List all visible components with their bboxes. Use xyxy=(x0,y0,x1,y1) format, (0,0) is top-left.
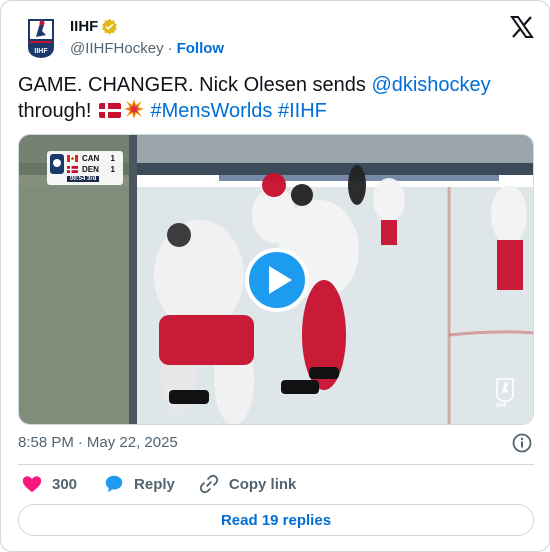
team2-code: DEN xyxy=(82,165,99,174)
hashtag-iihf[interactable]: #IIHF xyxy=(278,100,327,122)
team2-score: 1 xyxy=(110,165,115,174)
tweet-text-part1: GAME. CHANGER. Nick Olesen sends xyxy=(18,74,372,96)
divider xyxy=(18,464,534,465)
link-chain-icon xyxy=(199,474,218,494)
copy-link-label: Copy link xyxy=(228,475,297,493)
tweet-card: IIHF IIHF @IIHFHockey · Follow GAME. CHA… xyxy=(0,0,550,552)
flag-canada-icon xyxy=(67,155,78,162)
scoreboard-row-team2: DEN xyxy=(67,165,99,174)
tweet-time: 8:58 PM xyxy=(18,434,74,451)
reply-bubble-icon xyxy=(105,475,123,493)
tweet-date: May 22, 2025 xyxy=(86,434,178,451)
team1-code: CAN xyxy=(82,154,100,163)
play-icon xyxy=(269,266,292,294)
iihf-watermark-icon xyxy=(496,378,514,402)
clock-time: 00:54 xyxy=(70,176,86,182)
scoreboard: CAN 1 DEN 1 00:54 3rd xyxy=(47,151,123,185)
reply-button[interactable]: Reply xyxy=(103,473,175,495)
action-bar: 300 Reply Copy link xyxy=(18,473,296,495)
watermark-text: IIHF xyxy=(496,403,508,409)
team1-score: 1 xyxy=(110,154,115,163)
dot-separator: · xyxy=(167,40,173,57)
hashtag-mensworlds[interactable]: #MensWorlds xyxy=(151,100,273,122)
meta-separator: · xyxy=(77,434,83,451)
scoreboard-row-team1: CAN xyxy=(67,154,99,163)
tweet-text-part2: through! xyxy=(18,100,97,122)
account-name-row: IIHF xyxy=(70,18,118,35)
flag-denmark-icon xyxy=(98,103,121,118)
iihf-logo-avatar[interactable]: IIHF xyxy=(26,17,56,59)
heart-icon xyxy=(22,476,42,493)
iihf-mini-logo-icon xyxy=(50,154,64,174)
logo-text: IIHF xyxy=(34,48,48,55)
reply-label: Reply xyxy=(134,475,175,493)
info-icon[interactable] xyxy=(512,433,532,453)
play-button[interactable] xyxy=(245,248,309,312)
collision-icon xyxy=(123,99,144,119)
tweet-header: IIHF IIHF @IIHFHockey · Follow xyxy=(18,15,534,61)
copy-link-button[interactable]: Copy link xyxy=(198,473,297,495)
x-logo-icon[interactable] xyxy=(510,15,534,39)
mention-link[interactable]: @dkishockey xyxy=(371,74,490,96)
game-clock: 00:54 3rd xyxy=(67,176,100,182)
period-label: 3rd xyxy=(87,176,97,182)
flag-denmark-small-icon xyxy=(67,166,78,173)
account-name[interactable]: IIHF xyxy=(70,18,98,35)
like-button[interactable]: 300 xyxy=(21,473,77,495)
verified-badge-icon xyxy=(102,18,118,35)
read-replies-button[interactable]: Read 19 replies xyxy=(18,504,534,536)
account-handle-row: @IIHFHockey · Follow xyxy=(70,40,224,57)
follow-button[interactable]: Follow xyxy=(177,40,225,57)
account-handle[interactable]: @IIHFHockey xyxy=(70,40,164,57)
tweet-timestamp[interactable]: 8:58 PM · May 22, 2025 xyxy=(18,434,178,451)
tweet-text: GAME. CHANGER. Nick Olesen sends @dkisho… xyxy=(18,73,534,124)
iihf-watermark: IIHF xyxy=(495,378,515,414)
video-player[interactable]: CAN 1 DEN 1 00:54 3rd IIHF xyxy=(18,134,534,425)
likes-count: 300 xyxy=(52,475,78,493)
